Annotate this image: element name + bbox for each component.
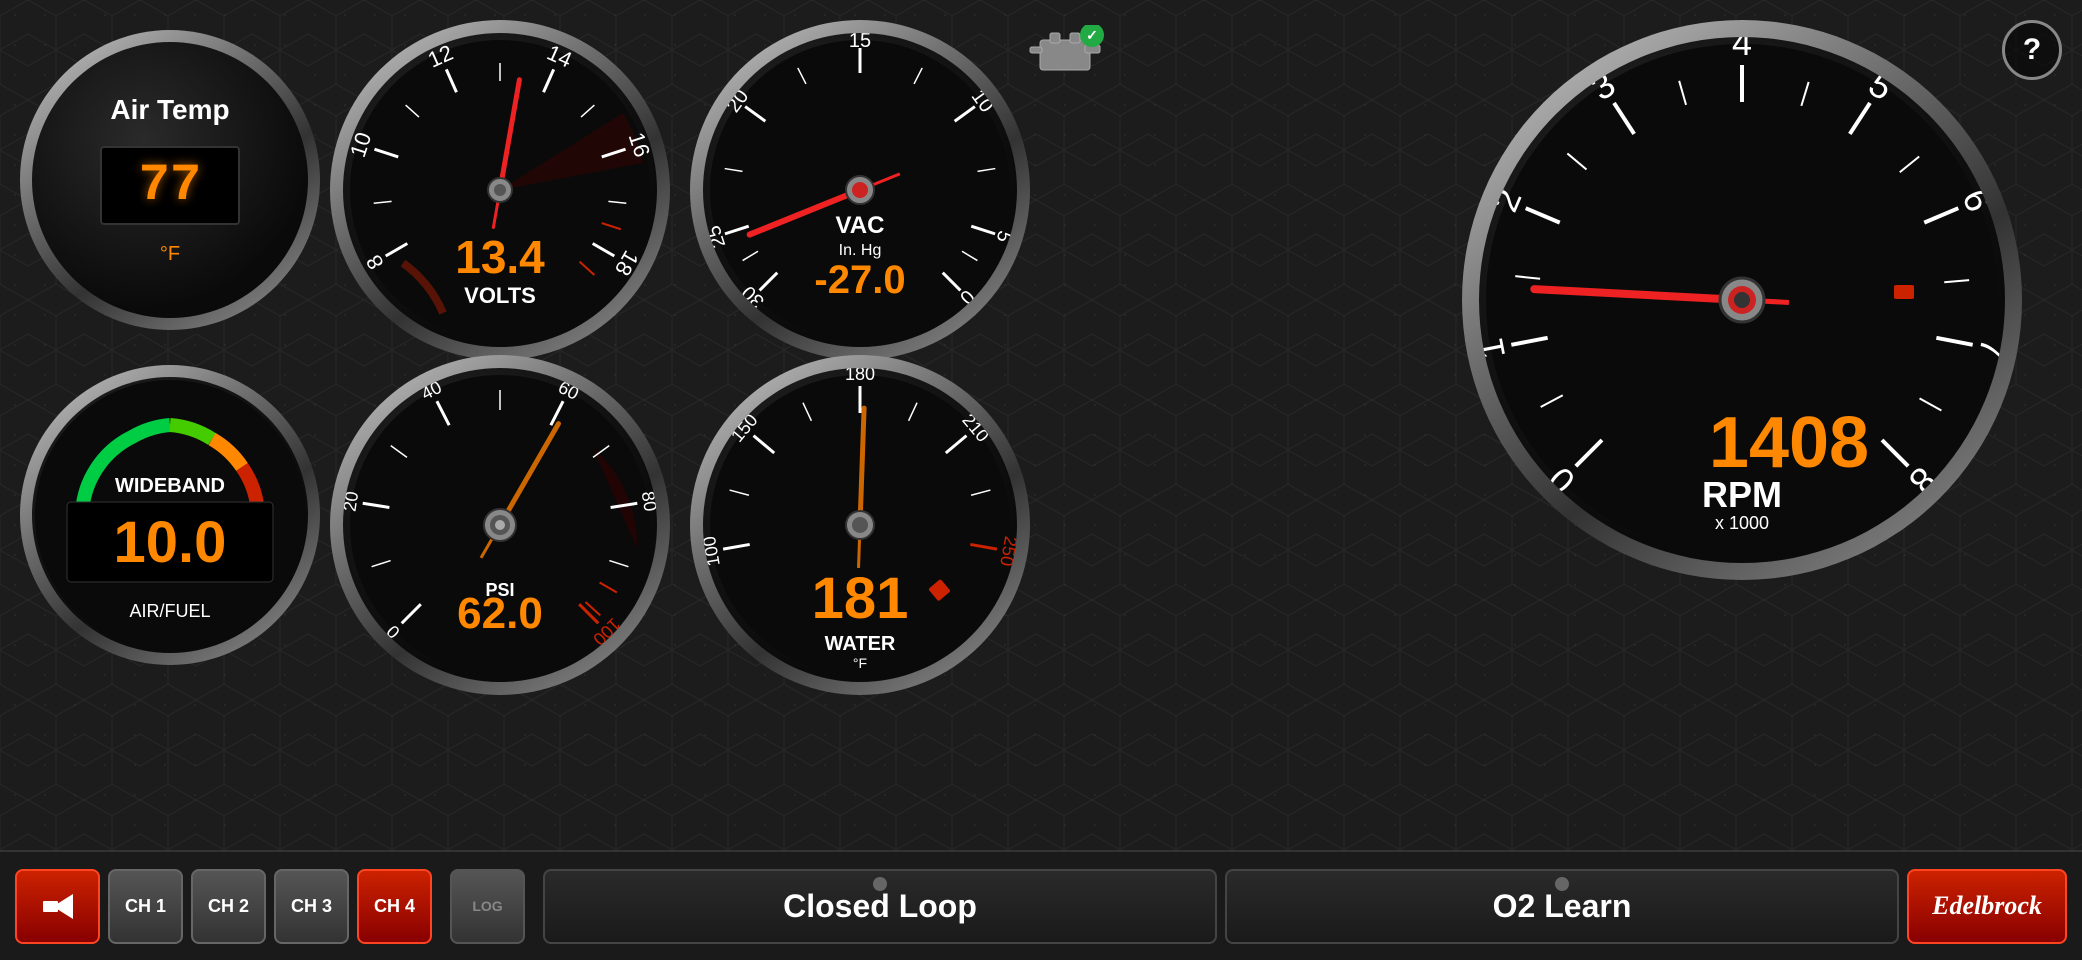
back-button[interactable] <box>15 869 100 944</box>
help-button[interactable]: ? <box>2002 20 2062 80</box>
svg-text:1408: 1408 <box>1709 403 1869 483</box>
closed-loop-led <box>873 877 887 891</box>
svg-text:VAC: VAC <box>836 212 885 239</box>
ch2-button[interactable]: CH 2 <box>191 869 266 944</box>
air-temp-gauge-outer: Air Temp 77 °F <box>20 30 320 330</box>
ch3-button[interactable]: CH 3 <box>274 869 349 944</box>
log-button[interactable]: LOG <box>450 869 525 944</box>
ch1-button[interactable]: CH 1 <box>108 869 183 944</box>
svg-text:13.4: 13.4 <box>455 231 545 283</box>
vacuum-gauge-inner: 15 10 5 0 20 25 30 <box>703 33 1017 347</box>
rpm-gauge-outer: 0 1 2 3 4 5 6 7 8 <box>1462 20 2022 580</box>
air-temp-value: 77 <box>122 156 218 215</box>
water-temp-svg: 100 150 180 210 250 <box>703 368 1017 682</box>
voltmeter-svg: 8 10 12 14 16 18 <box>343 33 657 347</box>
air-temp-unit: °F <box>160 243 180 266</box>
oil-pressure-svg: 0 20 40 60 80 100 <box>343 368 657 682</box>
svg-text:80: 80 <box>638 490 657 513</box>
svg-text:20: 20 <box>343 490 362 513</box>
svg-text:15: 15 <box>849 33 871 52</box>
svg-text:✓: ✓ <box>1086 27 1098 43</box>
svg-text:181: 181 <box>812 566 909 631</box>
bottom-bar: CH 1 CH 2 CH 3 CH 4 LOG Closed Loop O2 L… <box>0 850 2082 960</box>
edelbrock-button[interactable]: Edelbrock <box>1907 869 2067 944</box>
o2-learn-led <box>1555 877 1569 891</box>
svg-text:180: 180 <box>845 368 875 384</box>
air-temp-display: 77 <box>100 146 240 225</box>
air-temp-label: Air Temp <box>110 94 229 126</box>
wideband-gauge-outer: WIDEBAND 10.0 AIR/FUEL <box>20 365 320 665</box>
oil-pressure-gauge-inner: 0 20 40 60 80 100 <box>343 368 657 682</box>
svg-text:4: 4 <box>1732 37 1752 63</box>
oil-pressure-gauge-outer: 0 20 40 60 80 100 <box>330 355 670 695</box>
closed-loop-button[interactable]: Closed Loop <box>543 869 1217 944</box>
svg-text:AIR/FUEL: AIR/FUEL <box>129 601 210 621</box>
svg-text:x 1000: x 1000 <box>1715 513 1769 533</box>
svg-text:RPM: RPM <box>1702 474 1782 515</box>
svg-text:62.0: 62.0 <box>457 589 543 638</box>
svg-text:-27.0: -27.0 <box>814 258 905 302</box>
voltmeter-gauge-outer: 8 10 12 14 16 18 <box>330 20 670 360</box>
o2-learn-button[interactable]: O2 Learn <box>1225 869 1899 944</box>
svg-text:10.0: 10.0 <box>114 510 227 575</box>
svg-text:In. Hg: In. Hg <box>839 242 882 259</box>
voltmeter-gauge-inner: 8 10 12 14 16 18 <box>343 33 657 347</box>
ch4-button[interactable]: CH 4 <box>357 869 432 944</box>
air-temp-gauge-inner: Air Temp 77 °F <box>32 42 308 318</box>
rpm-svg: 0 1 2 3 4 5 6 7 8 <box>1479 37 2005 563</box>
svg-text:WATER: WATER <box>825 633 896 655</box>
wideband-svg: WIDEBAND 10.0 AIR/FUEL <box>32 377 308 653</box>
water-temp-gauge-inner: 100 150 180 210 250 <box>703 368 1017 682</box>
vacuum-gauge-outer: 15 10 5 0 20 25 30 <box>690 20 1030 360</box>
water-temp-gauge-outer: 100 150 180 210 250 <box>690 355 1030 695</box>
svg-text:VOLTS: VOLTS <box>464 283 536 308</box>
vacuum-svg: 15 10 5 0 20 25 30 <box>703 33 1017 347</box>
rpm-gauge-inner: 0 1 2 3 4 5 6 7 8 <box>1479 37 2005 563</box>
arrow-left-icon <box>38 889 78 924</box>
wideband-gauge-inner: WIDEBAND 10.0 AIR/FUEL <box>32 377 308 653</box>
engine-status-area: ✓ <box>1020 25 1110 85</box>
svg-text:WIDEBAND: WIDEBAND <box>115 475 225 497</box>
engine-icon: ✓ <box>1020 25 1110 80</box>
svg-text:°F: °F <box>853 655 867 671</box>
